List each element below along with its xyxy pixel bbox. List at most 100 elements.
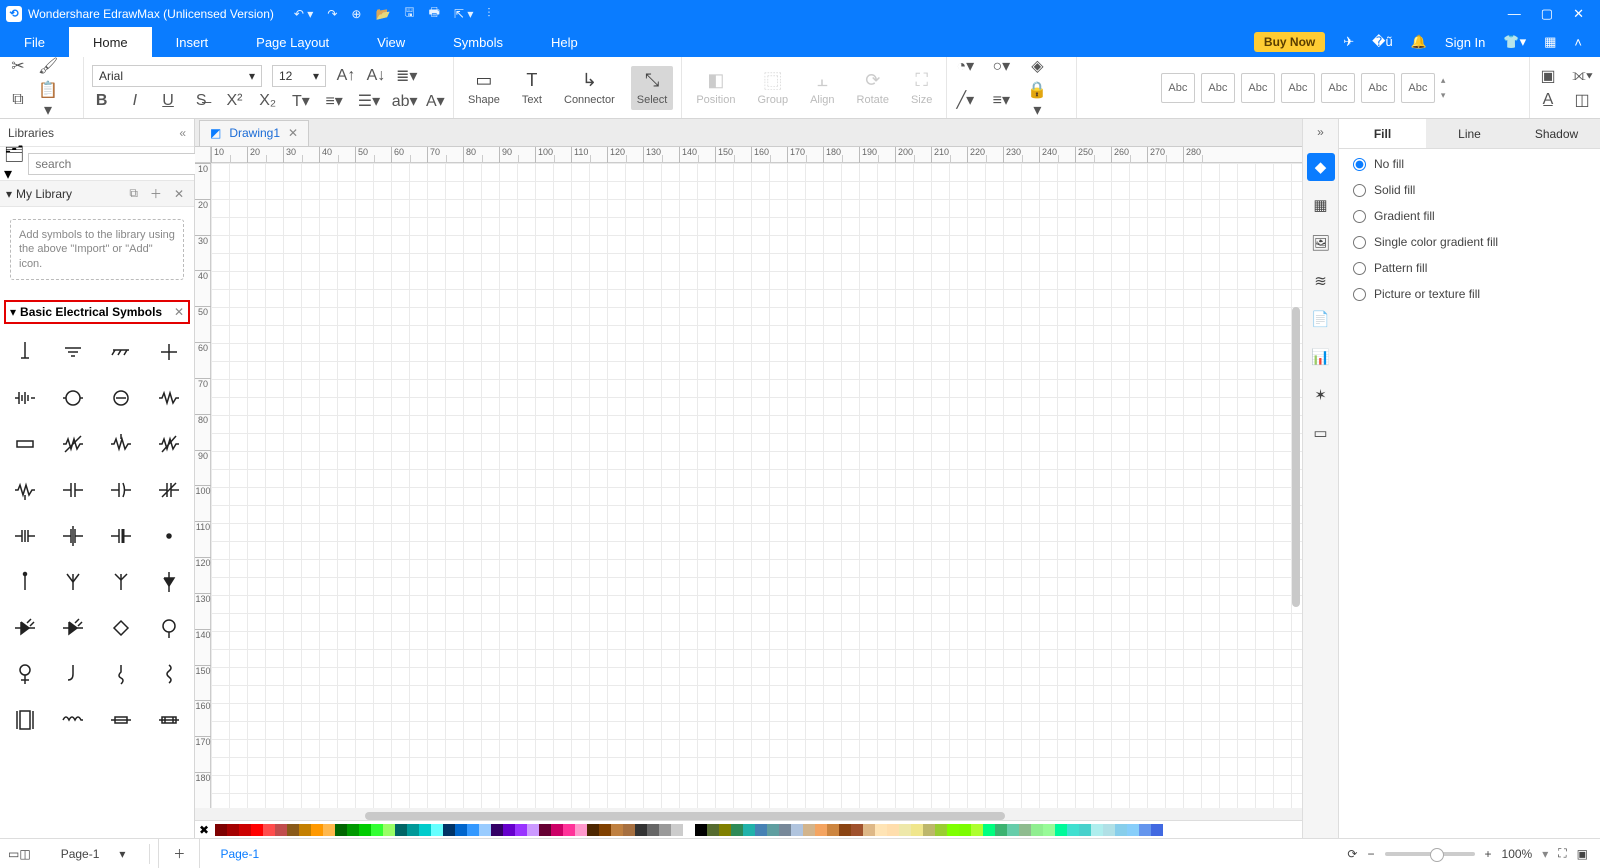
color-swatch[interactable]	[335, 824, 347, 836]
color-swatch[interactable]	[947, 824, 959, 836]
color-swatch[interactable]	[551, 824, 563, 836]
symbol-photodiode[interactable]	[2, 606, 48, 650]
library-search-input[interactable]	[28, 153, 197, 175]
apps-icon[interactable]: ▦	[1544, 34, 1556, 50]
fill-opt-gradient[interactable]: Gradient fill	[1353, 209, 1586, 223]
format-shuffle-icon[interactable]: ✶	[1307, 381, 1335, 409]
color-swatch[interactable]	[995, 824, 1007, 836]
format-page-icon[interactable]: 📄	[1307, 305, 1335, 333]
color-swatch[interactable]	[791, 824, 803, 836]
color-swatch[interactable]	[503, 824, 515, 836]
color-swatch[interactable]	[215, 824, 227, 836]
bullets-icon[interactable]: ☰▾	[358, 91, 378, 111]
symbol-antenna[interactable]	[50, 560, 96, 604]
menu-view[interactable]: View	[353, 27, 429, 57]
color-swatch[interactable]	[923, 824, 935, 836]
symbol-capacitor-diff[interactable]	[98, 514, 144, 558]
color-swatch[interactable]	[875, 824, 887, 836]
menu-help[interactable]: Help	[527, 27, 602, 57]
color-swatch[interactable]	[455, 824, 467, 836]
color-swatch[interactable]	[959, 824, 971, 836]
print-icon[interactable]: 🖶	[429, 3, 440, 24]
color-swatch[interactable]	[731, 824, 743, 836]
format-painter-icon[interactable]: 🖌	[38, 56, 58, 76]
replace-shape-icon[interactable]: ◫	[1572, 90, 1592, 110]
highlight-icon[interactable]: ab▾	[392, 91, 412, 111]
import-library-icon[interactable]: ⧉	[125, 186, 142, 201]
share-icon[interactable]: �ũ	[1372, 34, 1393, 50]
color-swatch[interactable]	[431, 824, 443, 836]
color-swatch[interactable]	[299, 824, 311, 836]
color-swatch[interactable]	[743, 824, 755, 836]
color-swatch[interactable]	[863, 824, 875, 836]
color-swatch[interactable]	[287, 824, 299, 836]
color-swatch[interactable]	[527, 824, 539, 836]
symbol-bulb[interactable]	[146, 606, 192, 650]
paste-icon[interactable]: 📋▾	[38, 80, 58, 120]
color-swatch[interactable]	[983, 824, 995, 836]
color-swatch[interactable]	[935, 824, 947, 836]
color-swatch[interactable]	[1007, 824, 1019, 836]
page-outline-icon[interactable]: ▭◫	[8, 847, 31, 861]
connector-tool[interactable]: ↳Connector	[558, 66, 621, 110]
color-swatch[interactable]	[1151, 824, 1163, 836]
color-swatch[interactable]	[275, 824, 287, 836]
zoom-out-icon[interactable]: −	[1367, 847, 1374, 861]
tab-shadow[interactable]: Shadow	[1513, 119, 1600, 148]
save-icon[interactable]: 🖫	[404, 3, 414, 24]
basic-electrical-symbols-header[interactable]: ▾Basic Electrical Symbols ✕	[4, 300, 190, 324]
collapse-libraries-icon[interactable]: «	[179, 126, 186, 140]
maximize-icon[interactable]: ▢	[1541, 6, 1553, 22]
style-thumb-3[interactable]: Abc	[1241, 73, 1275, 103]
style-thumb-2[interactable]: Abc	[1201, 73, 1235, 103]
shape-tool[interactable]: ▭Shape	[462, 66, 506, 110]
color-swatch[interactable]	[611, 824, 623, 836]
color-swatch[interactable]	[647, 824, 659, 836]
color-swatch[interactable]	[683, 824, 695, 836]
color-swatch[interactable]	[419, 824, 431, 836]
color-swatch[interactable]	[563, 824, 575, 836]
color-swatch[interactable]	[887, 824, 899, 836]
fill-opt-no-fill[interactable]: No fill	[1353, 157, 1586, 171]
color-swatch[interactable]	[491, 824, 503, 836]
format-chart-icon[interactable]: 📊	[1307, 343, 1335, 371]
qat-more-icon[interactable]: ⫶	[487, 6, 490, 21]
document-tab[interactable]: ◩ Drawing1 ✕	[199, 120, 309, 146]
symbol-source-dc[interactable]	[98, 376, 144, 420]
auto-fit-icon[interactable]: ⟳	[1347, 847, 1357, 861]
color-swatch[interactable]	[803, 824, 815, 836]
format-image-icon[interactable]: 🖼	[1307, 229, 1335, 257]
symbol-inductor-coil[interactable]	[146, 652, 192, 696]
color-swatch[interactable]	[599, 824, 611, 836]
style-thumb-7[interactable]: Abc	[1401, 73, 1435, 103]
align-tool[interactable]: ⫠Align	[804, 66, 840, 110]
symbol-inductor[interactable]	[50, 698, 96, 742]
symbol-fuse-alt[interactable]	[146, 698, 192, 742]
line-weight-icon[interactable]: ≡▾	[991, 90, 1011, 110]
color-swatch[interactable]	[1055, 824, 1067, 836]
subscript-icon[interactable]: X₂	[258, 92, 277, 110]
color-swatch[interactable]	[251, 824, 263, 836]
account-icon[interactable]: 👕▾	[1503, 34, 1526, 50]
superscript-icon[interactable]: X²	[225, 92, 244, 110]
export-icon[interactable]: ⇱ ▾	[454, 7, 473, 21]
add-page-button[interactable]: ＋	[159, 839, 200, 868]
underline-icon[interactable]: U	[158, 92, 177, 110]
color-swatch[interactable]	[1139, 824, 1151, 836]
style-thumb-6[interactable]: Abc	[1361, 73, 1395, 103]
symbol-battery[interactable]	[2, 376, 48, 420]
symbol-antenna-loop[interactable]	[98, 560, 144, 604]
font-color-icon[interactable]: A▾	[426, 91, 445, 111]
symbol-led[interactable]	[50, 606, 96, 650]
color-swatch[interactable]	[575, 824, 587, 836]
symbol-crystal[interactable]	[2, 698, 48, 742]
style-scroll-up-icon[interactable]: ▴	[1441, 75, 1446, 86]
close-elec-icon[interactable]: ✕	[174, 305, 184, 319]
increase-font-icon[interactable]: A↑	[336, 67, 356, 85]
menu-file[interactable]: File	[0, 27, 69, 57]
color-swatch[interactable]	[851, 824, 863, 836]
color-swatch[interactable]	[911, 824, 923, 836]
color-swatch[interactable]	[227, 824, 239, 836]
new-icon[interactable]: ⊕	[351, 7, 361, 21]
format-fill-icon[interactable]: ◆	[1307, 153, 1335, 181]
